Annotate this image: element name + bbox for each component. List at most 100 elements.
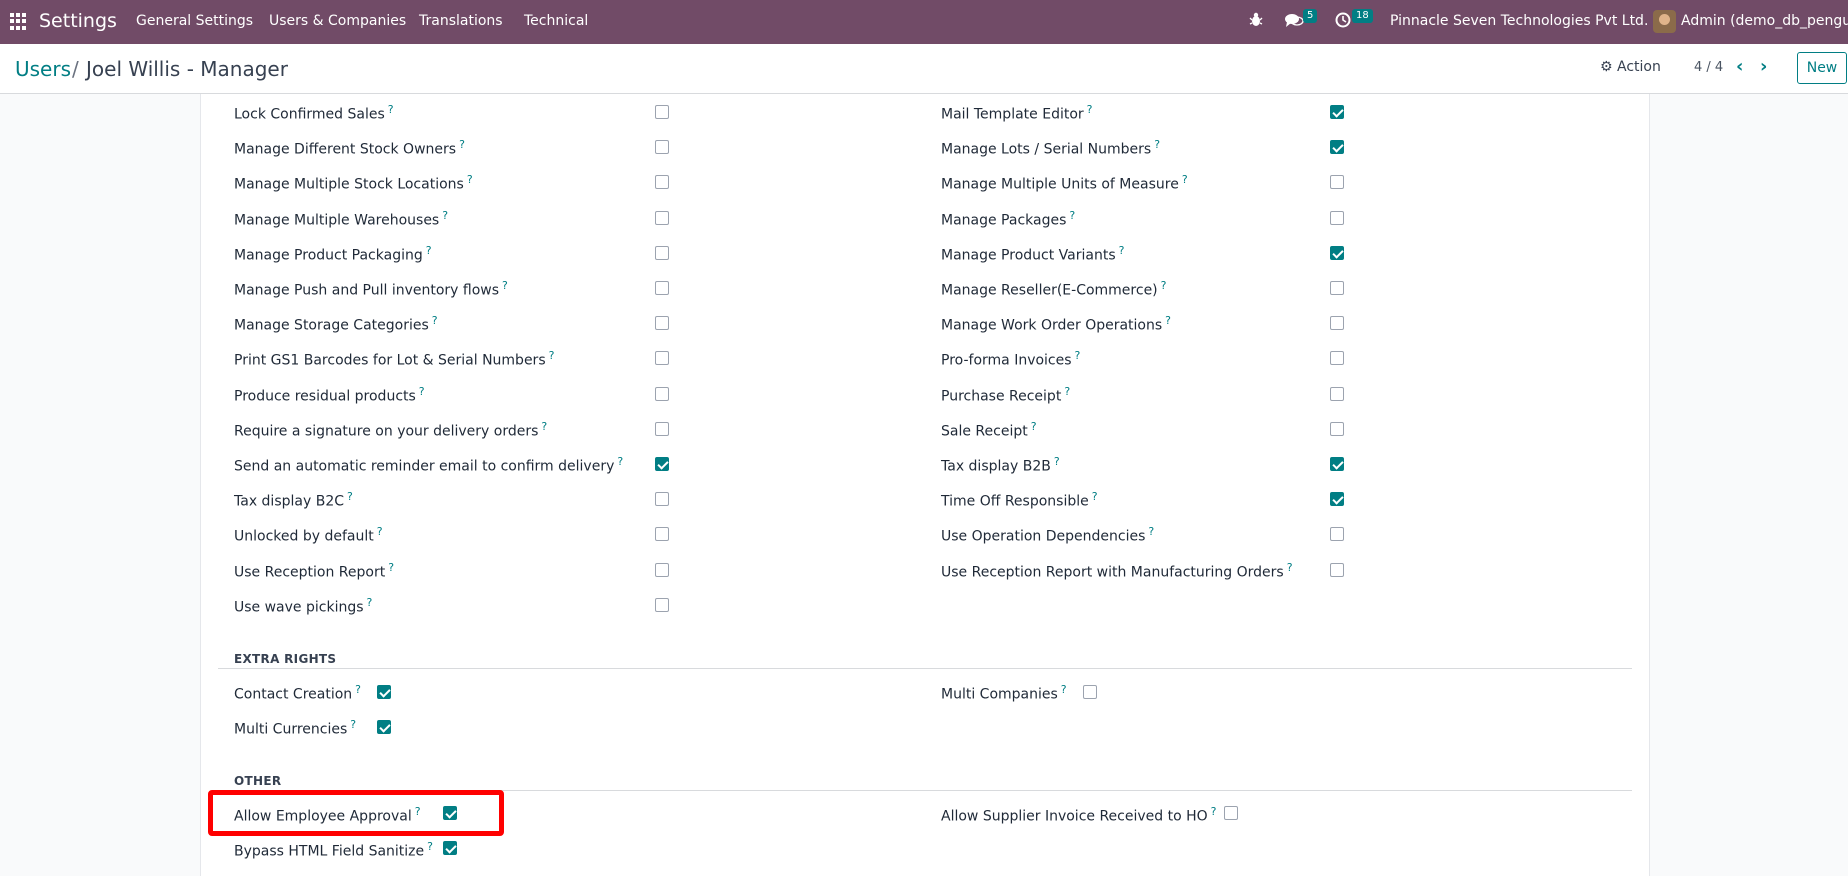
help-tooltip-icon[interactable]: ?: [617, 455, 623, 468]
field-label-manage-multiple-stock-locations: Manage Multiple Stock Locations?: [234, 173, 473, 194]
user-menu[interactable]: Admin (demo_db_penguin: [1681, 13, 1848, 29]
checkbox-multi-companies[interactable]: [1083, 685, 1097, 699]
apps-menu-icon[interactable]: [10, 13, 27, 30]
action-menu-button[interactable]: ⚙ Action: [1600, 59, 1661, 75]
menu-translations[interactable]: Translations: [419, 13, 503, 29]
field-label-tax-display-b2c: Tax display B2C?: [234, 490, 353, 510]
help-tooltip-icon[interactable]: ?: [459, 138, 465, 151]
field-label-manage-multiple-units-of-measure: Manage Multiple Units of Measure?: [941, 173, 1188, 194]
checkbox-use-operation-dependencies[interactable]: [1330, 527, 1344, 542]
checkbox-purchase-receipt[interactable]: [1330, 386, 1344, 401]
checkbox-use-wave-pickings[interactable]: [655, 597, 669, 612]
menu-users-companies[interactable]: Users & Companies: [269, 13, 406, 29]
help-tooltip-icon[interactable]: ?: [350, 718, 356, 731]
checkbox-manage-different-stock-owners[interactable]: [655, 140, 669, 155]
checkbox-require-a-signature-on-your-delivery-orders[interactable]: [655, 421, 669, 436]
checkbox-manage-packages[interactable]: [1330, 210, 1344, 225]
breadcrumb-users-link[interactable]: Users: [15, 57, 71, 81]
help-tooltip-icon[interactable]: ?: [427, 840, 433, 853]
field-label-manage-storage-categories: Manage Storage Categories?: [234, 314, 438, 334]
checkbox-manage-multiple-units-of-measure[interactable]: [1330, 175, 1344, 190]
checkbox-manage-storage-categories[interactable]: [655, 316, 669, 331]
help-tooltip-icon[interactable]: ?: [377, 525, 383, 538]
help-tooltip-icon[interactable]: ?: [1061, 683, 1067, 696]
checkbox-mail-template-editor[interactable]: [1330, 105, 1344, 119]
help-tooltip-icon[interactable]: ?: [502, 279, 508, 292]
help-tooltip-icon[interactable]: ?: [419, 385, 425, 398]
help-tooltip-icon[interactable]: ?: [1069, 209, 1075, 222]
menu-general-settings[interactable]: General Settings: [136, 13, 253, 29]
debug-bug-icon[interactable]: [1249, 12, 1263, 32]
checkbox-unlocked-by-default[interactable]: [655, 527, 669, 542]
help-tooltip-icon[interactable]: ?: [1148, 525, 1154, 538]
help-tooltip-icon[interactable]: ?: [1054, 455, 1060, 468]
field-label-manage-different-stock-owners: Manage Different Stock Owners?: [234, 138, 465, 158]
checkbox-time-off-responsible[interactable]: [1330, 492, 1344, 507]
section-title-extra-rights: EXTRA RIGHTS: [234, 652, 337, 666]
action-label: Action: [1617, 59, 1661, 75]
checkbox-bypass-html-sanitize[interactable]: [443, 841, 457, 855]
help-tooltip-icon[interactable]: ?: [347, 490, 353, 503]
menu-technical[interactable]: Technical: [524, 13, 588, 29]
field-label-use-wave-pickings: Use wave pickings?: [234, 595, 373, 616]
field-label-use-reception-report: Use Reception Report?: [234, 560, 395, 581]
help-tooltip-icon[interactable]: ?: [1075, 349, 1081, 362]
new-record-button[interactable]: New: [1797, 52, 1847, 84]
activity-clock-icon[interactable]: [1335, 12, 1351, 32]
help-tooltip-icon[interactable]: ?: [388, 103, 394, 116]
messages-count-badge: 5: [1303, 9, 1318, 23]
help-tooltip-icon[interactable]: ?: [426, 244, 432, 257]
help-tooltip-icon[interactable]: ?: [367, 596, 373, 609]
app-brand[interactable]: Settings: [39, 10, 117, 32]
checkbox-manage-reseller-e-commerce[interactable]: [1330, 281, 1344, 295]
checkbox-tax-display-b2b[interactable]: [1330, 457, 1344, 471]
messages-icon[interactable]: [1284, 12, 1304, 32]
breadcrumb-separator: /: [72, 57, 79, 81]
user-avatar[interactable]: [1653, 10, 1676, 33]
pager-value[interactable]: 4 / 4: [1694, 60, 1723, 75]
checkbox-print-gs1-barcodes-for-lot-serial-numbers[interactable]: [655, 351, 669, 366]
help-tooltip-icon[interactable]: ?: [1031, 420, 1037, 433]
help-tooltip-icon[interactable]: ?: [1119, 244, 1125, 257]
section-divider: [218, 668, 1632, 669]
checkbox-manage-work-order-operations[interactable]: [1330, 316, 1344, 331]
help-tooltip-icon[interactable]: ?: [549, 349, 555, 362]
help-tooltip-icon[interactable]: ?: [467, 173, 473, 186]
help-tooltip-icon[interactable]: ?: [1211, 805, 1217, 818]
checkbox-multi-currencies[interactable]: [377, 720, 391, 734]
help-tooltip-icon[interactable]: ?: [432, 314, 438, 327]
help-tooltip-icon[interactable]: ?: [1087, 103, 1093, 116]
help-tooltip-icon[interactable]: ?: [1064, 385, 1070, 398]
checkbox-use-reception-report[interactable]: [655, 562, 669, 577]
checkbox-manage-push-and-pull-inventory-flows[interactable]: [655, 281, 669, 295]
field-label-require-a-signature-on-your-delivery-orders: Require a signature on your delivery ord…: [234, 419, 548, 440]
checkbox-manage-product-variants[interactable]: [1330, 245, 1344, 260]
pager-next-icon[interactable]: ›: [1760, 56, 1767, 77]
help-tooltip-icon[interactable]: ?: [442, 209, 448, 222]
checkbox-tax-display-b2c[interactable]: [655, 492, 669, 507]
help-tooltip-icon[interactable]: ?: [1161, 279, 1167, 292]
checkbox-manage-multiple-stock-locations[interactable]: [655, 175, 669, 190]
field-label-manage-lots-serial-numbers: Manage Lots / Serial Numbers?: [941, 138, 1161, 158]
help-tooltip-icon[interactable]: ?: [1154, 138, 1160, 151]
checkbox-produce-residual-products[interactable]: [655, 386, 669, 401]
checkbox-contact-creation[interactable]: [377, 685, 391, 699]
checkbox-manage-lots-serial-numbers[interactable]: [1330, 140, 1344, 155]
help-tooltip-icon[interactable]: ?: [1287, 561, 1293, 574]
help-tooltip-icon[interactable]: ?: [1165, 314, 1171, 327]
checkbox-use-reception-report-with-manufacturing-orders[interactable]: [1330, 562, 1344, 577]
help-tooltip-icon[interactable]: ?: [1182, 173, 1188, 186]
checkbox-manage-product-packaging[interactable]: [655, 245, 669, 260]
help-tooltip-icon[interactable]: ?: [355, 683, 361, 696]
help-tooltip-icon[interactable]: ?: [541, 420, 547, 433]
checkbox-lock-confirmed-sales[interactable]: [655, 105, 669, 119]
checkbox-manage-multiple-warehouses[interactable]: [655, 210, 669, 225]
help-tooltip-icon[interactable]: ?: [1092, 490, 1098, 503]
help-tooltip-icon[interactable]: ?: [388, 561, 394, 574]
checkbox-sale-receipt[interactable]: [1330, 421, 1344, 436]
checkbox-send-an-automatic-reminder-email-to-confirm-delivery[interactable]: [655, 457, 669, 471]
checkbox-pro-forma-invoices[interactable]: [1330, 351, 1344, 366]
checkbox-allow-supplier-invoice[interactable]: [1224, 806, 1238, 820]
company-switcher[interactable]: Pinnacle Seven Technologies Pvt Ltd.: [1390, 13, 1648, 29]
pager-previous-icon[interactable]: ‹: [1736, 56, 1743, 77]
